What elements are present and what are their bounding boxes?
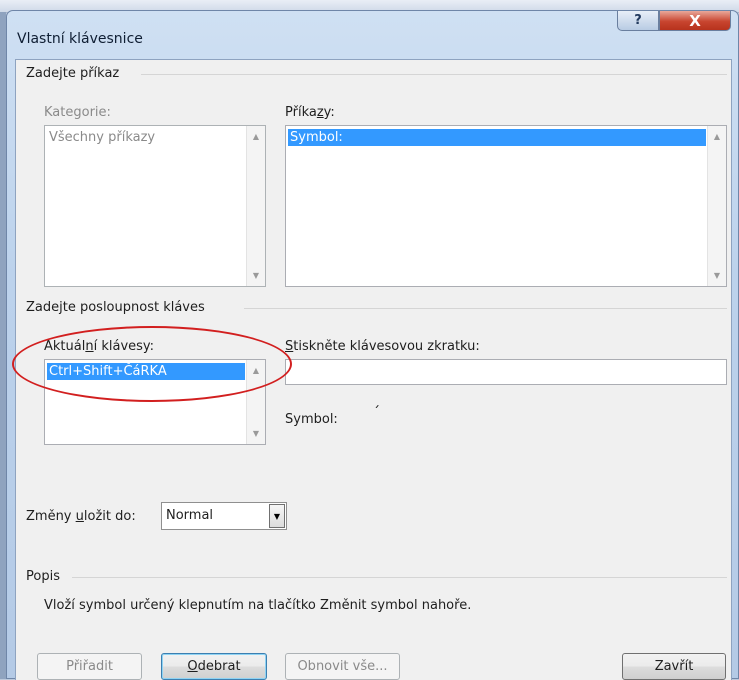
categories-label: Kategorie: (44, 105, 111, 120)
symbol-value: ´ (373, 405, 380, 421)
description-title: Popis (26, 569, 66, 584)
reset-all-button[interactable]: Obnovit vše... (285, 653, 400, 680)
keys-group-title: Zadejte posloupnost kláves (26, 300, 211, 315)
command-group-title: Zadejte příkaz (26, 66, 126, 81)
commands-scrollbar[interactable]: ▲ ▼ (707, 126, 726, 286)
categories-listbox[interactable]: Všechny příkazy ▲ ▼ (44, 125, 266, 287)
save-in-label: Změny uložit do: (26, 509, 136, 524)
command-group-divider (141, 74, 727, 75)
assign-button[interactable]: Přiřadit (37, 653, 142, 680)
description-text: Vloží symbol určený klepnutím na tlačítk… (44, 598, 472, 613)
chevron-down-icon[interactable]: ▼ (269, 504, 285, 528)
save-in-dropdown[interactable]: Normal ▼ (161, 502, 287, 530)
help-button[interactable]: ? (617, 11, 659, 31)
keys-group-divider (244, 308, 727, 309)
close-icon: X (689, 11, 701, 30)
press-shortcut-input[interactable] (285, 359, 727, 385)
current-keys-scrollbar[interactable]: ▲ ▼ (246, 360, 265, 444)
scroll-down-arrow-icon[interactable]: ▼ (247, 267, 265, 284)
dialog-window: Vlastní klávesnice ? X Zadejte příkaz Ka… (6, 10, 739, 680)
list-item[interactable]: Symbol: (288, 129, 706, 146)
commands-listbox[interactable]: Symbol: ▲ ▼ (285, 125, 727, 287)
close-button[interactable]: Zavřít (622, 653, 726, 680)
close-window-button[interactable]: X (659, 11, 731, 31)
dialog-title: Vlastní klávesnice (17, 31, 143, 47)
scroll-down-arrow-icon[interactable]: ▼ (247, 425, 265, 442)
symbol-label: Symbol: (285, 412, 338, 427)
description-group-divider (72, 577, 727, 578)
categories-scrollbar[interactable]: ▲ ▼ (246, 126, 265, 286)
current-keys-listbox[interactable]: Ctrl+Shift+ČáRKA ▲ ▼ (44, 359, 266, 445)
scroll-up-arrow-icon[interactable]: ▲ (708, 128, 726, 145)
list-item[interactable]: Ctrl+Shift+ČáRKA (47, 363, 245, 380)
save-in-value: Normal (166, 508, 214, 523)
remove-button[interactable]: Odebrat (161, 653, 267, 680)
dialog-client-area: Zadejte příkaz Kategorie: Všechny příkaz… (15, 59, 732, 680)
scroll-up-arrow-icon[interactable]: ▲ (247, 128, 265, 145)
scroll-up-arrow-icon[interactable]: ▲ (247, 362, 265, 379)
scroll-down-arrow-icon[interactable]: ▼ (708, 267, 726, 284)
list-item[interactable]: Všechny příkazy (47, 129, 245, 146)
commands-label: Příkazy: (285, 105, 335, 120)
press-shortcut-label: Stiskněte klávesovou zkratku: (285, 339, 480, 354)
current-keys-label: Aktuální klávesy: (44, 339, 155, 354)
help-icon: ? (634, 13, 642, 28)
